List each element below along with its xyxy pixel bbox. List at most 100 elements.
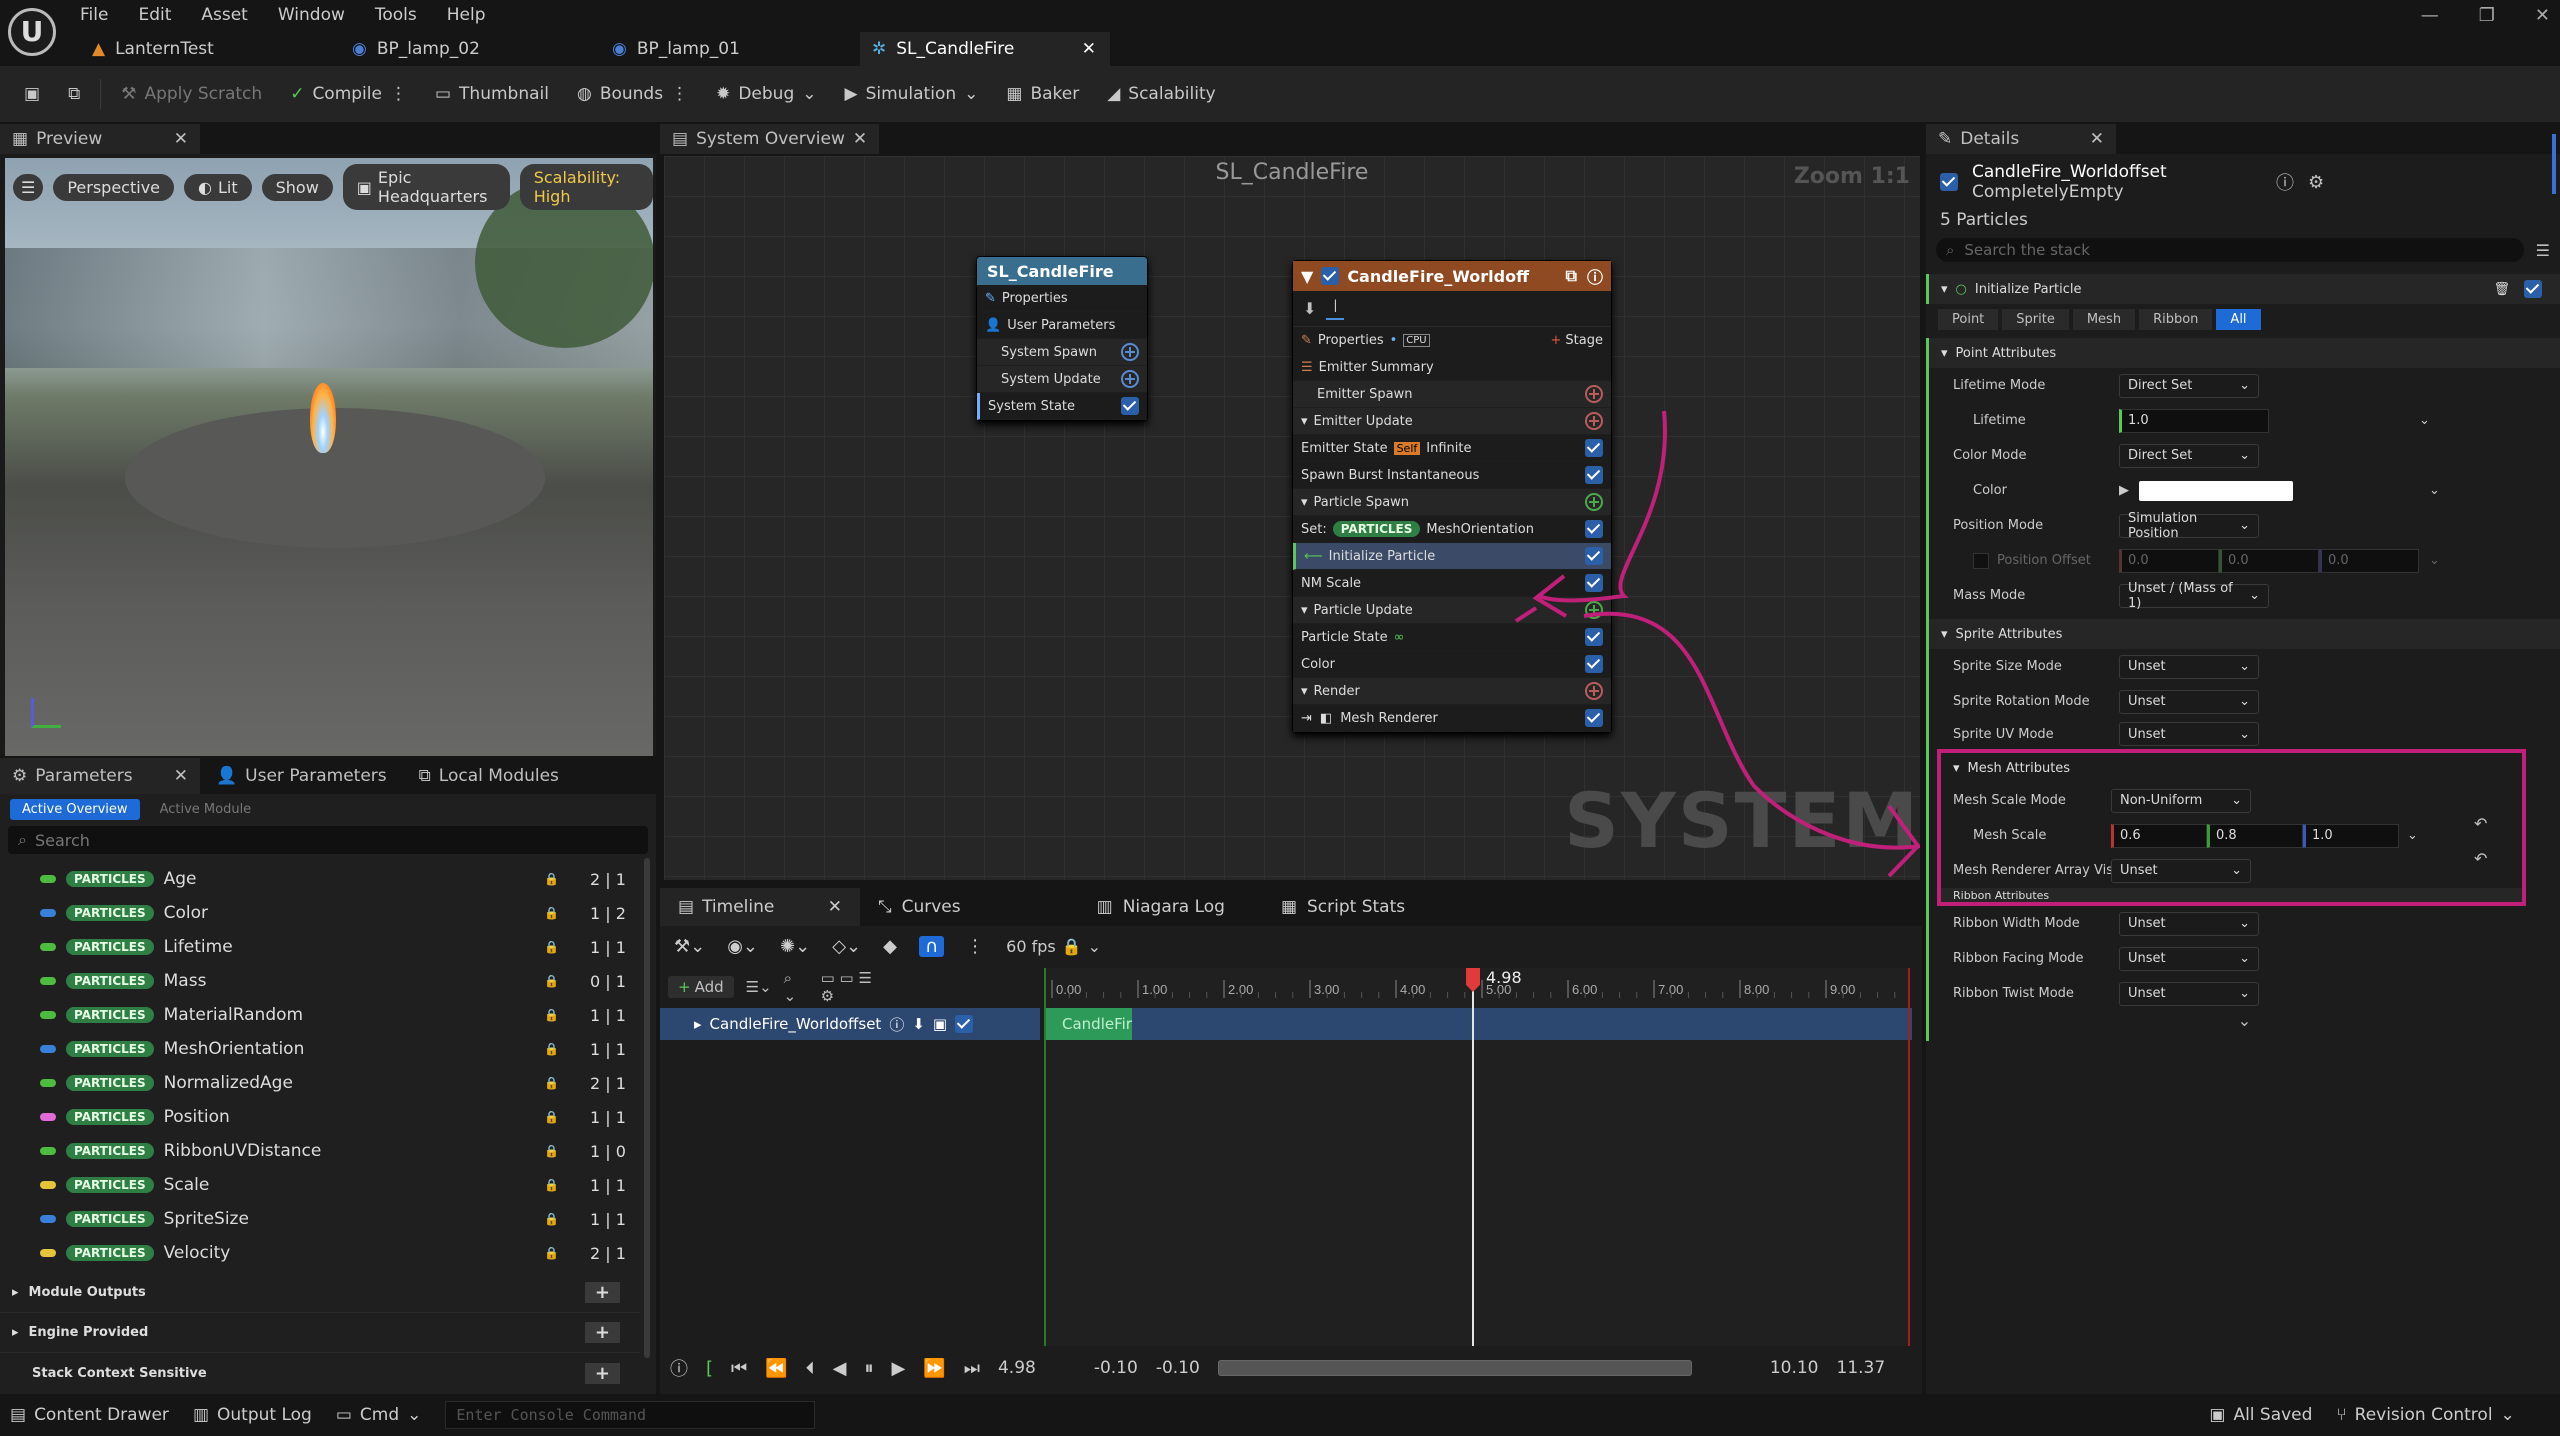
info-icon[interactable]: ⓘ	[670, 1355, 688, 1381]
chevron-down-icon[interactable]: ⌄	[2419, 413, 2430, 428]
play-reverse-icon[interactable]: ◀	[833, 1358, 847, 1379]
close-tab-icon[interactable]: ✕	[828, 897, 842, 917]
browse-icon[interactable]: ⧉	[54, 74, 94, 114]
tab-system-overview[interactable]: ▤ System Overview ✕	[660, 124, 880, 154]
search-icon[interactable]: ⌕ ⌄	[784, 969, 809, 1005]
view-end-b[interactable]: 11.37	[1837, 1358, 1886, 1378]
close-tab-icon[interactable]: ✕	[174, 129, 188, 149]
sprite-attributes-header[interactable]: ▾ Sprite Attributes	[1929, 619, 2560, 649]
track-row[interactable]: ▸ CandleFire_Worldoffset ⓘ ⬇ ▣	[660, 1008, 1040, 1040]
view-start-b[interactable]: -0.10	[1156, 1358, 1200, 1378]
position-offset-x[interactable]: 0.0	[2119, 548, 2219, 573]
position-offset-z[interactable]: 0.0	[2319, 548, 2419, 573]
mesh-attributes-header[interactable]: ▾ Mesh Attributes	[1941, 753, 2522, 783]
thumbnail-button[interactable]: ▭ Thumbnail	[421, 74, 563, 114]
revision-control-button[interactable]: ⑂ Revision Control ⌄	[2336, 1405, 2514, 1425]
key-icon[interactable]: ◆	[883, 936, 897, 957]
step-back-icon[interactable]: ⏪	[765, 1358, 787, 1379]
menu-asset[interactable]: Asset	[201, 5, 247, 25]
pause-icon[interactable]: ⏸	[865, 1358, 874, 1379]
info-icon[interactable]: ⓘ	[889, 1014, 904, 1035]
show-more-icon[interactable]: ⌄	[1929, 1011, 2560, 1041]
add-icon[interactable]: +	[584, 1282, 620, 1303]
position-offset-y[interactable]: 0.0	[2219, 548, 2319, 573]
filter-all[interactable]: All	[2216, 308, 2261, 330]
info-icon[interactable]: ⓘ	[2276, 169, 2294, 195]
view-start-a[interactable]: -0.10	[1094, 1358, 1138, 1378]
reset-mesh-scale-icon[interactable]: ↶	[2474, 849, 2487, 868]
ribbon-facing-dropdown[interactable]: Unset ⌄	[2119, 946, 2259, 971]
show-button[interactable]: Show	[261, 173, 333, 201]
step-forward-icon[interactable]: ⏩	[923, 1358, 945, 1379]
ribbon-attributes-header[interactable]: Ribbon Attributes	[1941, 888, 2522, 902]
content-drawer-button[interactable]: ▤ Content Drawer	[10, 1405, 169, 1425]
filter-mesh[interactable]: Mesh	[2072, 308, 2136, 330]
parameter-row[interactable]: PARTICLES MeshOrientation 🔒 1 | 1	[0, 1032, 656, 1066]
mesh-scale-y[interactable]: 0.8	[2207, 823, 2303, 848]
viewport[interactable]: ☰ Perspective ◐ Lit Show ▣ Epic Headquarte…	[5, 158, 653, 756]
scalability-badge[interactable]: Scalability: High	[519, 164, 653, 210]
simulation-button[interactable]: ▶ Simulation ⌄	[830, 74, 992, 114]
tab-parameters[interactable]: ⚙ Parameters ✕	[0, 758, 200, 794]
add-icon[interactable]: +	[584, 1362, 620, 1384]
filter-sprite[interactable]: Sprite	[2002, 308, 2069, 330]
parameters-scrollbar[interactable]	[644, 858, 650, 1358]
parameter-row[interactable]: PARTICLES MaterialRandom 🔒 1 | 1	[0, 998, 656, 1032]
filter-ribbon[interactable]: Ribbon	[2139, 308, 2213, 330]
stack-search-input[interactable]: ⌕ Search the stack	[1936, 238, 2524, 262]
tab-timeline[interactable]: ▤ Timeline ✕	[660, 888, 860, 926]
tab-user-parameters[interactable]: 👤 User Parameters	[200, 758, 403, 794]
add-icon[interactable]: +	[584, 1322, 620, 1343]
point-attributes-header[interactable]: ▾ Point Attributes	[1929, 338, 2560, 368]
prev-frame-icon[interactable]: ⏴	[806, 1358, 815, 1379]
doc-tab-lanterntest[interactable]: ▲ LanternTest	[80, 39, 340, 59]
parameter-row[interactable]: PARTICLES Lifetime 🔒 1 | 1	[0, 930, 656, 964]
baker-button[interactable]: ▦ Baker	[992, 74, 1093, 114]
details-scrollbar[interactable]	[2552, 134, 2556, 194]
restore-icon[interactable]: ❐	[2479, 5, 2495, 26]
debug-button[interactable]: ✹ Debug ⌄	[702, 74, 830, 114]
current-time-field[interactable]: 4.98	[998, 1358, 1036, 1378]
ribbon-twist-dropdown[interactable]: Unset ⌄	[2119, 981, 2259, 1006]
expand-icon[interactable]: ▸	[694, 1015, 702, 1033]
bounds-button[interactable]: ◍ Bounds ⋮	[563, 74, 702, 114]
tab-details[interactable]: ✎ Details ✕	[1926, 124, 2116, 154]
tab-local-modules[interactable]: ⧉ Local Modules	[403, 758, 575, 794]
keyframe-icon[interactable]: ◇⌄	[832, 936, 861, 957]
ribbon-width-dropdown[interactable]: Unset ⌄	[2119, 911, 2259, 936]
filter-icon[interactable]: ☰	[2536, 241, 2550, 260]
mesh-scale-mode-dropdown[interactable]: Non-Uniform ⌄	[2111, 788, 2251, 813]
section-module-outputs[interactable]: ▸ Module Outputs +	[0, 1273, 640, 1313]
tab-script-stats[interactable]: ▦ Script Stats	[1263, 888, 1423, 926]
close-tab-icon[interactable]: ✕	[1082, 39, 1096, 59]
go-to-start-icon[interactable]: ⏮	[731, 1358, 747, 1379]
menu-edit[interactable]: Edit	[138, 5, 171, 25]
menu-window[interactable]: Window	[278, 5, 345, 25]
section-stack-context[interactable]: Stack Context Sensitive +	[0, 1353, 640, 1393]
filter-icon[interactable]: ☰⌄	[746, 978, 772, 996]
close-window-icon[interactable]: ✕	[2535, 5, 2550, 26]
wrench-icon[interactable]: ⚒⌄	[674, 936, 705, 957]
view-end-a[interactable]: 10.10	[1770, 1358, 1819, 1378]
environment-button[interactable]: ▣ Epic Headquarters	[342, 164, 510, 210]
track-enabled-checkbox[interactable]	[955, 1015, 974, 1033]
more-options-icon[interactable]: ⋮	[390, 84, 407, 104]
doc-tab-bp-lamp-02[interactable]: ◉ BP_lamp_02	[340, 39, 600, 59]
minimize-icon[interactable]: —	[2421, 5, 2439, 26]
color-mode-dropdown[interactable]: Direct Set ⌄	[2119, 443, 2259, 468]
viewport-menu-button[interactable]: ☰	[13, 173, 44, 201]
console-input[interactable]: Enter Console Command	[445, 1401, 816, 1429]
parameter-row[interactable]: PARTICLES NormalizedAge 🔒 2 | 1	[0, 1066, 656, 1100]
doc-tab-bp-lamp-01[interactable]: ◉ BP_lamp_01	[600, 39, 860, 59]
chevron-down-icon[interactable]: ⌄	[2429, 553, 2440, 568]
mesh-scale-x[interactable]: 0.6	[2111, 823, 2207, 848]
color-swatch[interactable]	[2139, 480, 2293, 501]
tab-preview[interactable]: ▦ Preview ✕	[0, 124, 200, 154]
mass-mode-dropdown[interactable]: Unset / (Mass of 1) ⌄	[2119, 581, 2269, 611]
filter-point[interactable]: Point	[1938, 308, 1999, 330]
add-track-button[interactable]: + Add	[668, 976, 734, 998]
more-options-icon[interactable]: ⋮	[671, 84, 688, 104]
cmd-dropdown[interactable]: ▭ Cmd ⌄	[336, 1405, 422, 1425]
parameter-row[interactable]: PARTICLES Position 🔒 1 | 1	[0, 1100, 656, 1134]
sprite-size-dropdown[interactable]: Unset ⌄	[2119, 654, 2259, 679]
